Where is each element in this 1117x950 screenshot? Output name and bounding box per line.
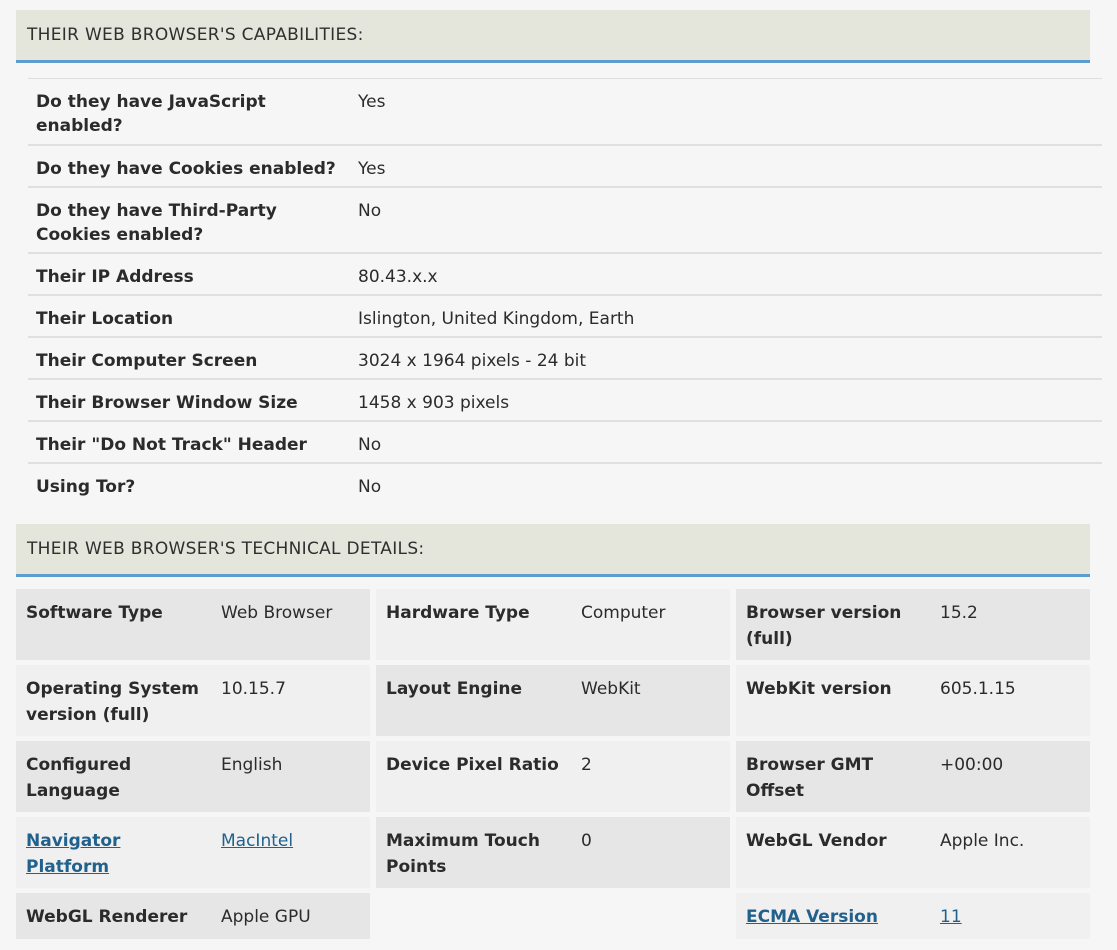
table-row: Their Location Islington, United Kingdom…: [28, 296, 1102, 338]
detail-cell-gmt-offset: Browser GMT Offset +00:00: [736, 741, 1090, 812]
detail-cell-webkit-version: WebKit version 605.1.15: [736, 665, 1090, 736]
detail-cell-browser-version: Browser version (full) 15.2: [736, 589, 1090, 660]
third-party-cookies-value: No: [358, 201, 382, 221]
software-type-value: Web Browser: [221, 603, 333, 623]
webgl-vendor-value: Apple Inc.: [940, 831, 1025, 851]
touch-points-value: 0: [581, 831, 592, 851]
tor-label: Using Tor?: [36, 477, 136, 497]
navigator-platform-value: MacIntel: [221, 828, 361, 854]
webkit-version-value: 605.1.15: [940, 679, 1016, 699]
touch-points-label: Maximum Touch Points: [386, 831, 540, 877]
detail-cell-pixel-ratio: Device Pixel Ratio 2: [376, 741, 730, 812]
do-not-track-value: No: [358, 435, 382, 455]
ecma-version-label: ECMA Version: [746, 904, 926, 930]
technical-title: THEIR WEB BROWSER'S TECHNICAL DETAILS:: [27, 539, 425, 559]
webgl-renderer-value: Apple GPU: [221, 907, 311, 927]
navigator-platform-label: Navigator Platform: [26, 828, 146, 880]
location-value: Islington, United Kingdom, Earth: [358, 309, 635, 329]
pixel-ratio-label: Device Pixel Ratio: [386, 755, 559, 775]
gmt-offset-label: Browser GMT Offset: [746, 755, 874, 801]
ecma-value-link[interactable]: 11: [940, 907, 962, 927]
table-row: Do they have Third-Party Cookies enabled…: [28, 188, 1102, 254]
window-size-label: Their Browser Window Size: [36, 393, 298, 413]
software-type-label: Software Type: [26, 603, 163, 623]
window-size-value: 1458 x 903 pixels: [358, 393, 510, 413]
hardware-type-value: Computer: [581, 603, 666, 623]
detail-cell-software-type: Software Type Web Browser: [16, 589, 370, 660]
os-version-label: Operating System version (full): [26, 679, 199, 725]
layout-engine-label: Layout Engine: [386, 679, 523, 699]
detail-cell-hardware-type: Hardware Type Computer: [376, 589, 730, 660]
table-row: Do they have Cookies enabled? Yes: [28, 146, 1102, 188]
ecma-version-value: 11: [940, 904, 1080, 930]
cookies-value: Yes: [358, 159, 386, 179]
browser-version-value: 15.2: [940, 603, 978, 623]
capabilities-header: THEIR WEB BROWSER'S CAPABILITIES:: [16, 10, 1090, 63]
table-row: Their Browser Window Size 1458 x 903 pix…: [28, 380, 1102, 422]
table-row: Using Tor? No: [28, 464, 1102, 506]
detail-cell-layout-engine: Layout Engine WebKit: [376, 665, 730, 736]
navigator-platform-link[interactable]: Navigator Platform: [26, 831, 120, 877]
macintel-link[interactable]: MacIntel: [221, 831, 293, 851]
language-label: Configured Language: [26, 755, 132, 801]
detail-cell-webgl-renderer: WebGL Renderer Apple GPU: [16, 893, 370, 939]
ecma-version-link[interactable]: ECMA Version: [746, 907, 878, 927]
layout-engine-value: WebKit: [581, 679, 641, 699]
webkit-version-label: WebKit version: [746, 679, 892, 699]
browser-version-label: Browser version (full): [746, 603, 902, 649]
gmt-offset-value: +00:00: [940, 755, 1004, 775]
third-party-cookies-label: Do they have Third-Party Cookies enabled…: [36, 201, 277, 245]
table-row: Do they have JavaScript enabled? Yes: [28, 79, 1102, 146]
table-row: Their IP Address 80.43.x.x: [28, 254, 1102, 296]
capabilities-table: Do they have JavaScript enabled? Yes Do …: [28, 78, 1102, 506]
screen-label: Their Computer Screen: [36, 351, 258, 371]
language-value: English: [221, 755, 283, 775]
cookies-label: Do they have Cookies enabled?: [36, 159, 336, 179]
os-version-value: 10.15.7: [221, 679, 286, 699]
ip-address-value: 80.43.x.x: [358, 267, 438, 287]
screen-value: 3024 x 1964 pixels - 24 bit: [358, 351, 587, 371]
ip-address-label: Their IP Address: [36, 267, 194, 287]
table-row: Their Computer Screen 3024 x 1964 pixels…: [28, 338, 1102, 380]
webgl-renderer-label: WebGL Renderer: [26, 907, 188, 927]
detail-cell-navigator-platform: Navigator Platform MacIntel: [16, 817, 370, 888]
location-label: Their Location: [36, 309, 174, 329]
pixel-ratio-value: 2: [581, 755, 592, 775]
javascript-value: Yes: [358, 92, 386, 112]
table-row: Their "Do Not Track" Header No: [28, 422, 1102, 464]
detail-cell-touch-points: Maximum Touch Points 0: [376, 817, 730, 888]
do-not-track-label: Their "Do Not Track" Header: [36, 435, 307, 455]
javascript-label: Do they have JavaScript enabled?: [36, 92, 266, 136]
tor-value: No: [358, 477, 382, 497]
detail-cell-ecma-version: ECMA Version 11: [736, 893, 1090, 939]
capabilities-title: THEIR WEB BROWSER'S CAPABILITIES:: [27, 25, 364, 45]
hardware-type-label: Hardware Type: [386, 603, 530, 623]
detail-cell-webgl-vendor: WebGL Vendor Apple Inc.: [736, 817, 1090, 888]
detail-cell-os-version: Operating System version (full) 10.15.7: [16, 665, 370, 736]
detail-cell-language: Configured Language English: [16, 741, 370, 812]
webgl-vendor-label: WebGL Vendor: [746, 831, 887, 851]
technical-header: THEIR WEB BROWSER'S TECHNICAL DETAILS:: [16, 524, 1090, 577]
